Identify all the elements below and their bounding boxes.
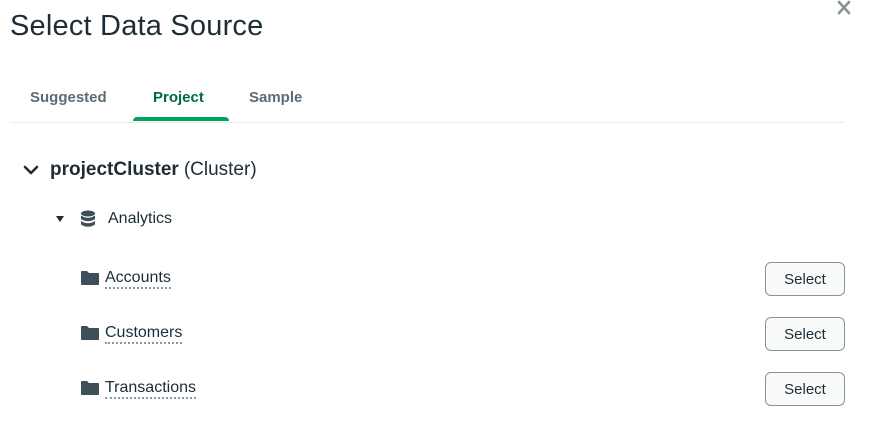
collection-row: Accounts Select	[80, 262, 845, 296]
select-button[interactable]: Select	[765, 372, 845, 406]
collection-name[interactable]: Accounts	[105, 269, 171, 289]
folder-icon	[81, 271, 99, 285]
collection-name[interactable]: Transactions	[105, 379, 196, 399]
cluster-name: projectCluster	[50, 159, 179, 180]
tab-bar: Suggested Project Sample	[10, 80, 845, 123]
tab-project[interactable]: Project	[153, 89, 204, 106]
select-data-source-dialog: Select Data Source Suggested Project Sam…	[0, 0, 873, 423]
select-button[interactable]: Select	[765, 317, 845, 351]
collection-row: Customers Select	[80, 317, 845, 351]
select-button[interactable]: Select	[765, 262, 845, 296]
active-tab-indicator	[133, 117, 229, 121]
database-icon	[81, 210, 95, 227]
tab-suggested[interactable]: Suggested	[30, 89, 107, 106]
chevron-down-icon[interactable]	[22, 161, 40, 179]
cluster-type: (Cluster)	[183, 159, 257, 180]
dialog-title: Select Data Source	[10, 10, 264, 42]
tab-sample[interactable]: Sample	[249, 89, 302, 106]
folder-icon	[81, 326, 99, 340]
close-icon[interactable]	[835, 0, 853, 16]
collection-name[interactable]: Customers	[105, 324, 183, 344]
cluster-row[interactable]: projectCluster (Cluster)	[22, 156, 257, 184]
collection-row: Transactions Select	[80, 372, 845, 406]
database-name: Analytics	[108, 210, 173, 227]
caret-down-icon[interactable]	[54, 213, 66, 225]
database-row[interactable]: Analytics	[54, 208, 172, 230]
folder-icon	[81, 381, 99, 395]
